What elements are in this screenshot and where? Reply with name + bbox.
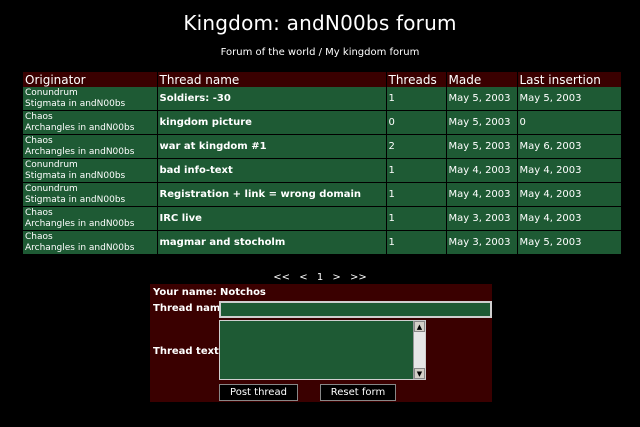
made-date: May 5, 2003: [446, 87, 518, 111]
page-title: Kingdom: andN00bs forum: [183, 11, 457, 35]
thread-text-label: Thread text:: [153, 346, 223, 357]
last-insertion-date: May 6, 2003: [517, 134, 621, 159]
col-originator: Originator: [23, 72, 158, 87]
originator-name[interactable]: Conundrum: [25, 184, 155, 195]
originator-guild: Stigmata in andN00bs: [25, 194, 126, 205]
originator-name[interactable]: Chaos: [25, 136, 155, 147]
col-made: Made: [446, 72, 518, 87]
scroll-up-icon[interactable]: ▲: [414, 321, 425, 332]
new-thread-form: Your name: Notchos Thread name: Thread t…: [150, 284, 492, 402]
last-insertion-date: May 4, 2003: [517, 206, 621, 231]
thread-table-header: Originator Thread name Threads Made Last…: [23, 72, 621, 87]
thread-name-link[interactable]: war at kingdom #1: [157, 134, 387, 159]
forum-of-the-world-link[interactable]: Forum of the world: [221, 47, 316, 58]
table-row: Chaos Archangles in andN00bs kingdom pict…: [23, 110, 621, 135]
current-page: 1: [316, 272, 324, 283]
thread-name-input[interactable]: [219, 301, 492, 318]
thread-name-link[interactable]: Registration + link = wrong domain: [157, 182, 387, 207]
thread-table: Originator Thread name Threads Made Last…: [23, 72, 621, 255]
table-row: Chaos Archangles in andN00bs magmar and s…: [23, 230, 621, 255]
my-kingdom-forum-link[interactable]: My kingdom forum: [325, 47, 419, 58]
made-date: May 3, 2003: [446, 230, 518, 255]
last-insertion-date: May 4, 2003: [517, 182, 621, 207]
first-page-link[interactable]: <<: [273, 272, 290, 283]
last-insertion-date: May 4, 2003: [517, 158, 621, 183]
originator-guild: Archangles in andN00bs: [25, 218, 135, 229]
next-page-link[interactable]: >: [332, 272, 340, 283]
originator-name[interactable]: Conundrum: [25, 160, 155, 171]
your-name-label: Your name:: [153, 287, 217, 298]
originator-name[interactable]: Chaos: [25, 112, 155, 123]
originator-cell: Chaos Archangles in andN00bs: [23, 134, 158, 159]
table-row: Conundrum Stigmata in andN00bs bad info-t…: [23, 158, 621, 183]
table-row: Chaos Archangles in andN00bs IRC live 1 M…: [23, 206, 621, 231]
made-date: May 4, 2003: [446, 158, 518, 183]
table-row: Chaos Archangles in andN00bs war at kingd…: [23, 134, 621, 159]
thread-count: 1: [386, 87, 447, 111]
thread-count: 1: [386, 230, 447, 255]
thread-count: 2: [386, 134, 447, 159]
last-insertion-date: May 5, 2003: [517, 87, 621, 111]
thread-count: 1: [386, 182, 447, 207]
table-row: Conundrum Stigmata in andN00bs Registrati…: [23, 182, 621, 207]
originator-name[interactable]: Chaos: [25, 208, 155, 219]
prev-page-link[interactable]: <: [299, 272, 307, 283]
originator-cell: Chaos Archangles in andN00bs: [23, 230, 158, 255]
thread-name-link[interactable]: Soldiers: -30: [157, 87, 387, 111]
col-thread-name: Thread name: [157, 72, 387, 87]
made-date: May 5, 2003: [446, 134, 518, 159]
pagination: << < 1 > >>: [0, 272, 640, 283]
originator-cell: Conundrum Stigmata in andN00bs: [23, 158, 158, 183]
reset-form-button[interactable]: Reset form: [320, 384, 396, 401]
originator-cell: Conundrum Stigmata in andN00bs: [23, 182, 158, 207]
thread-name-link[interactable]: IRC live: [157, 206, 387, 231]
nav-separator: /: [315, 47, 326, 58]
thread-count: 1: [386, 206, 447, 231]
originator-guild: Stigmata in andN00bs: [25, 170, 126, 181]
made-date: May 3, 2003: [446, 206, 518, 231]
thread-name-link[interactable]: kingdom picture: [157, 110, 387, 135]
table-row: Conundrum Stigmata in andN00bs Soldiers: …: [23, 87, 621, 111]
forum-nav: Forum of the world / My kingdom forum: [0, 47, 640, 58]
originator-guild: Archangles in andN00bs: [25, 122, 135, 133]
thread-name-link[interactable]: magmar and stocholm: [157, 230, 387, 255]
thread-count: 1: [386, 158, 447, 183]
last-insertion-date: 0: [517, 110, 621, 135]
originator-cell: Conundrum Stigmata in andN00bs: [23, 87, 158, 111]
originator-cell: Chaos Archangles in andN00bs: [23, 110, 158, 135]
made-date: May 4, 2003: [446, 182, 518, 207]
thread-name-link[interactable]: bad info-text: [157, 158, 387, 183]
last-page-link[interactable]: >>: [350, 272, 367, 283]
col-threads: Threads: [386, 72, 447, 87]
scroll-down-icon[interactable]: ▼: [414, 368, 425, 379]
last-insertion-date: May 5, 2003: [517, 230, 621, 255]
post-thread-button[interactable]: Post thread: [219, 384, 298, 401]
originator-guild: Stigmata in andN00bs: [25, 98, 126, 109]
thread-count: 0: [386, 110, 447, 135]
originator-cell: Chaos Archangles in andN00bs: [23, 206, 158, 231]
thread-text-scrollbar[interactable]: ▲ ▼: [413, 321, 425, 379]
originator-name[interactable]: Chaos: [25, 232, 155, 243]
your-name-value: Notchos: [220, 287, 266, 298]
originator-guild: Archangles in andN00bs: [25, 146, 135, 157]
col-last-insertion: Last insertion: [517, 72, 621, 87]
originator-name[interactable]: Conundrum: [25, 88, 155, 99]
thread-text-area[interactable]: [219, 320, 426, 380]
originator-guild: Archangles in andN00bs: [25, 242, 135, 253]
made-date: May 5, 2003: [446, 110, 518, 135]
